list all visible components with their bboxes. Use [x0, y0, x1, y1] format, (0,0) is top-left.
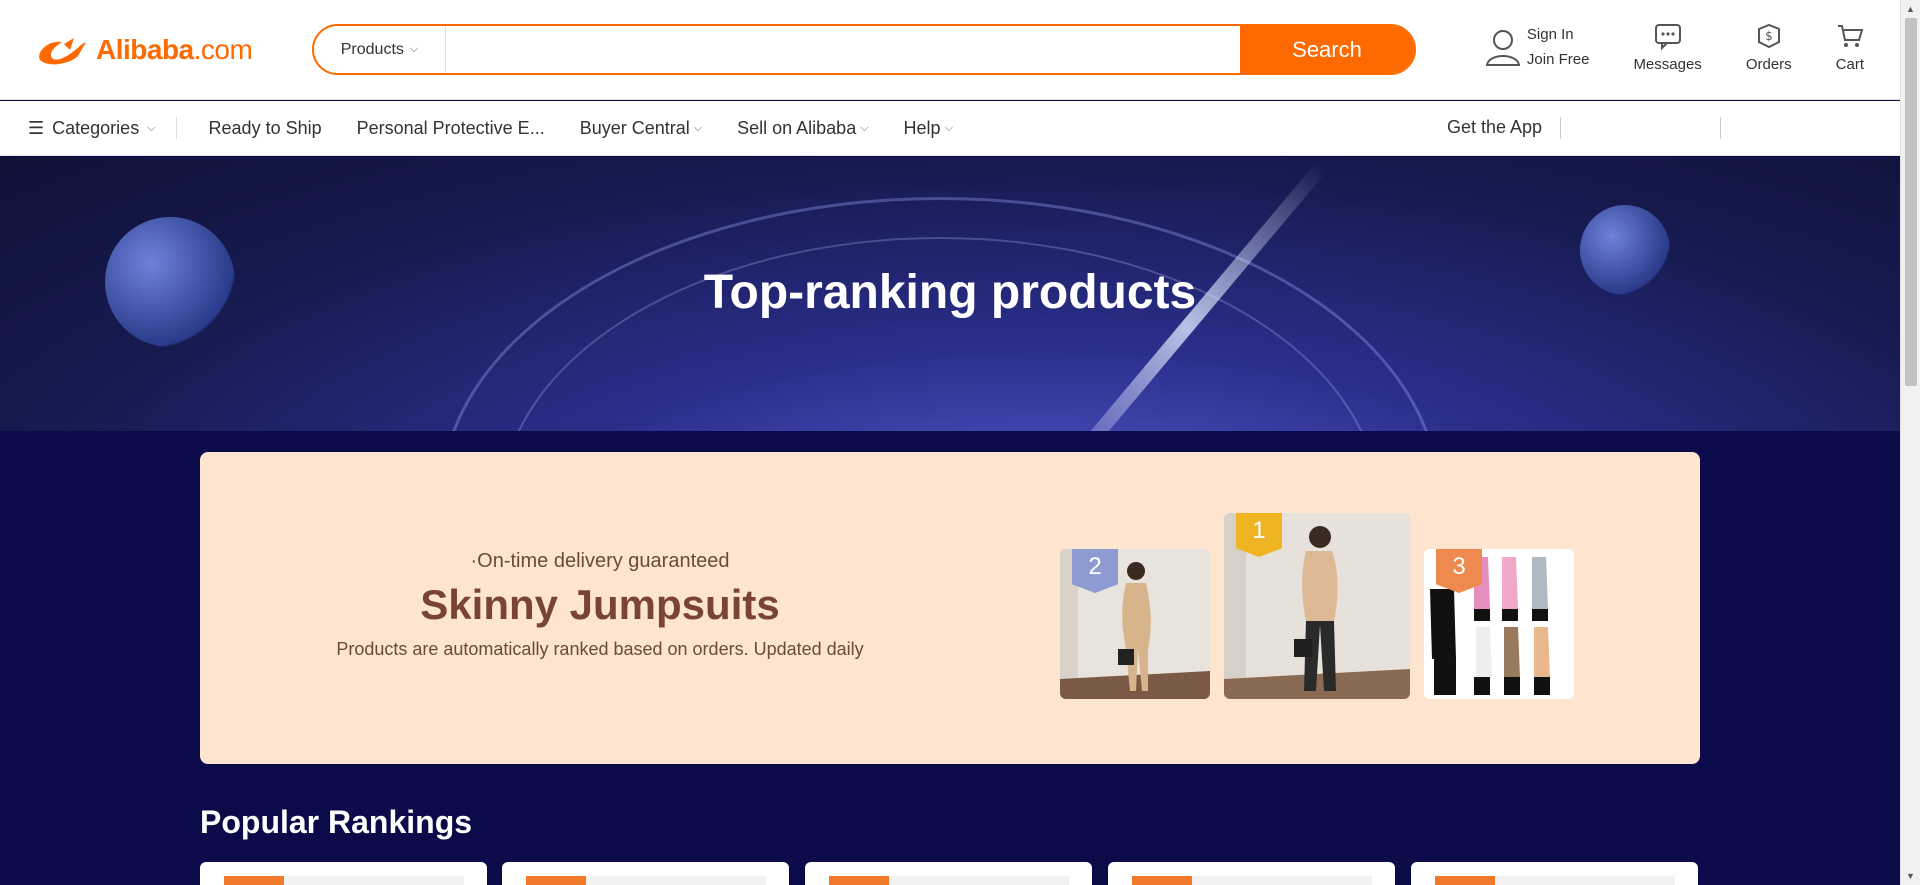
- nav-ready-to-ship[interactable]: Ready to Ship: [209, 118, 322, 139]
- nav-right: Get the App: [1447, 117, 1722, 139]
- nav-personal-protective-equipment[interactable]: Personal Protective E...: [357, 118, 545, 139]
- product-image: [1495, 876, 1675, 885]
- search-category-label: Products: [340, 40, 404, 58]
- product-image: [586, 876, 766, 885]
- popular-ranking-card[interactable]: [1108, 862, 1395, 885]
- hero-banner: Top-ranking products: [0, 157, 1900, 431]
- featured-text: ·On-time delivery guaranteed Skinny Jump…: [200, 550, 1000, 660]
- chevron-down-icon: ⌵: [693, 121, 703, 134]
- product-rank-1[interactable]: 1: [1224, 513, 1410, 699]
- nav-sell-on-alibaba[interactable]: Sell on Alibaba ⌵: [737, 118, 868, 139]
- search-category-dropdown[interactable]: Products ⌵: [314, 26, 446, 73]
- nav-divider: [1561, 117, 1722, 139]
- popular-ranking-card[interactable]: [805, 862, 1092, 885]
- sign-in-area[interactable]: Sign In Join Free: [1485, 22, 1590, 72]
- ranking-tag: [224, 876, 284, 885]
- menu-icon: ☰: [28, 117, 45, 138]
- product-rank-3[interactable]: 3: [1424, 549, 1574, 699]
- nav-help[interactable]: Help ⌵: [904, 118, 953, 139]
- popular-ranking-card[interactable]: [1411, 862, 1698, 885]
- sign-in-link[interactable]: Sign In: [1527, 22, 1590, 47]
- featured-description: Products are automatically ranked based …: [336, 639, 864, 659]
- categories-label: Categories: [52, 117, 140, 138]
- chevron-down-icon: ⌵: [860, 121, 869, 134]
- search-bar: Products ⌵ Search: [312, 24, 1416, 75]
- orders-label: Orders: [1745, 56, 1792, 73]
- scrollbar-thumb[interactable]: [1905, 18, 1917, 386]
- chevron-down-icon: ⌵: [409, 43, 419, 55]
- page-title: Top-ranking products: [703, 266, 1197, 319]
- popular-ranking-card[interactable]: [200, 862, 487, 885]
- rank-badge: 1: [1236, 513, 1282, 557]
- search-input[interactable]: [446, 26, 1240, 73]
- product-image: [889, 876, 1069, 885]
- header-actions: Sign In Join Free Messages $ Orders Cart: [1485, 22, 1900, 73]
- categories-menu[interactable]: ☰ Categories ⌵: [0, 117, 177, 139]
- ranking-tag: [1132, 876, 1192, 885]
- product-rank-2[interactable]: 2: [1060, 549, 1210, 699]
- search-button[interactable]: Search: [1240, 26, 1414, 73]
- cart-button[interactable]: Cart: [1836, 22, 1864, 73]
- main-nav: ☰ Categories ⌵ Ready to Ship Personal Pr…: [0, 101, 1900, 156]
- orders-icon: $: [1757, 23, 1780, 49]
- messages-icon: [1654, 24, 1681, 50]
- join-free-link[interactable]: Join Free: [1527, 47, 1590, 72]
- featured-ranking-card[interactable]: ·On-time delivery guaranteed Skinny Jump…: [200, 452, 1700, 764]
- chevron-down-icon: ⌵: [944, 121, 953, 134]
- messages-button[interactable]: Messages: [1633, 22, 1702, 73]
- featured-title[interactable]: Skinny Jumpsuits: [200, 581, 1000, 629]
- rank-badge: 2: [1072, 549, 1118, 593]
- chevron-down-icon: ⌵: [147, 121, 156, 134]
- scroll-down-arrow-icon[interactable]: ▼: [1906, 871, 1915, 881]
- ranking-tag: [1435, 876, 1495, 885]
- logo-text: Alibaba.com: [96, 34, 253, 65]
- rank-badge: 3: [1436, 549, 1482, 593]
- popular-rankings-heading: Popular Rankings: [200, 804, 473, 840]
- ranking-tag: [829, 876, 889, 885]
- cart-label: Cart: [1835, 56, 1864, 73]
- svg-text:$: $: [1765, 29, 1773, 43]
- scroll-up-arrow-icon[interactable]: ▲: [1906, 4, 1915, 14]
- site-header: Alibaba.com Products ⌵ Search Sign In Jo…: [0, 0, 1900, 100]
- alibaba-logo-icon: [39, 38, 86, 65]
- user-icon: [1485, 30, 1521, 66]
- popular-ranking-card[interactable]: [502, 862, 789, 885]
- orders-button[interactable]: $ Orders: [1746, 22, 1792, 73]
- nav-buyer-central[interactable]: Buyer Central ⌵: [580, 118, 702, 139]
- get-the-app-link[interactable]: Get the App: [1447, 117, 1562, 139]
- product-image: [284, 876, 464, 885]
- featured-subtitle: ·On-time delivery guaranteed: [470, 550, 730, 572]
- product-image: [1192, 876, 1372, 885]
- ranking-tag: [526, 876, 586, 885]
- cart-icon: [1837, 25, 1864, 47]
- alibaba-logo[interactable]: Alibaba.com: [34, 30, 253, 70]
- messages-label: Messages: [1633, 56, 1702, 73]
- page-scrollbar[interactable]: ▲ ▼: [1900, 0, 1920, 885]
